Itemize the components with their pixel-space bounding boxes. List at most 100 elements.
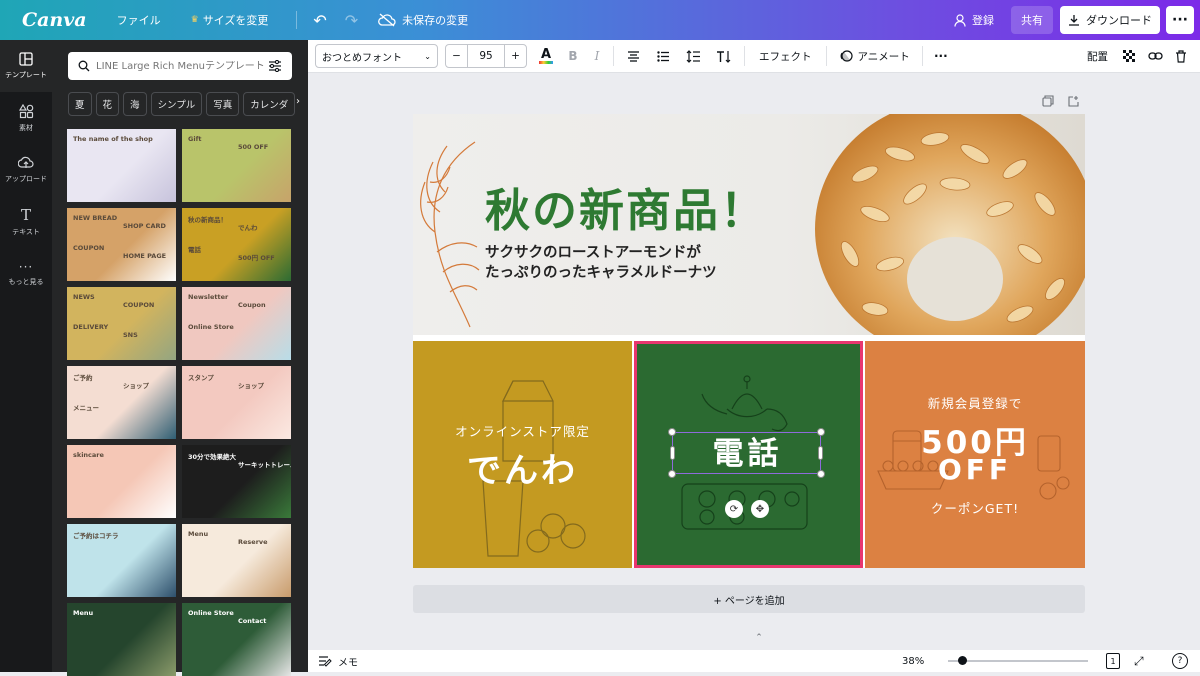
template-thumbnail[interactable]: Newsletter Coupon Online Store [182, 287, 291, 360]
template-thumbnail[interactable]: NEWS COUPON DELIVERY SNS [67, 287, 176, 360]
align-button[interactable] [618, 44, 648, 68]
banner-title[interactable]: 秋の新商品！ [485, 174, 767, 239]
coupon-off[interactable]: OFF [865, 453, 1085, 486]
add-page-button[interactable]: + ページを追加 [413, 585, 1085, 613]
chip-photo[interactable]: 写真 [206, 92, 240, 116]
template-thumbnail[interactable]: skincare [67, 445, 176, 518]
template-thumbnail[interactable]: ご予約 ショップ メニュー [67, 366, 176, 439]
page-count-button[interactable]: 1 [1106, 653, 1120, 669]
thumbnail-text: Menu [73, 609, 94, 617]
cell-coupon[interactable]: 新規会員登録で 500円 OFF クーポンGET! [865, 341, 1085, 568]
template-thumbnail[interactable]: Gift 500 OFF [182, 129, 291, 202]
resize-handle-left[interactable] [670, 446, 675, 460]
chip-sea[interactable]: 海 [123, 92, 147, 116]
nav-item-elements[interactable]: 素材 [0, 92, 52, 144]
coupon-get[interactable]: クーポンGET! [865, 498, 1085, 517]
cell-online-store[interactable]: オンラインストア限定 でんわ [413, 341, 632, 568]
nav-item-templates[interactable]: テンプレート [0, 40, 52, 92]
font-size-increase-button[interactable]: + [504, 45, 526, 67]
cloud-icon [378, 13, 396, 27]
bold-button[interactable]: B [561, 44, 585, 68]
page-notes-toggle[interactable]: ⌃ [744, 633, 774, 643]
font-size-input[interactable]: 95 [468, 50, 504, 62]
nav-label: 素材 [19, 123, 33, 132]
resize-handle-tl[interactable] [668, 428, 676, 436]
resize-handle-right[interactable] [818, 446, 823, 460]
duplicate-page-icon[interactable] [1042, 95, 1054, 107]
notes-button[interactable]: メモ [318, 654, 358, 669]
rotate-handle[interactable]: ⟳ [725, 500, 743, 518]
save-status[interactable]: 未保存の変更 [378, 12, 468, 28]
zoom-level[interactable]: 38% [902, 656, 924, 667]
download-button[interactable]: ダウンロード [1060, 6, 1160, 34]
template-thumbnail[interactable]: NEW BREAD SHOP CARD COUPON HOME PAGE [67, 208, 176, 281]
template-thumbnail[interactable]: Online Store Contact [182, 603, 291, 676]
page-count: 1 [1110, 656, 1116, 666]
chip-flower[interactable]: 花 [95, 92, 120, 116]
italic-button[interactable]: I [585, 44, 609, 68]
design-page[interactable]: 秋の新商品！ サクサクのローストアーモンドが たっぷりのったキャラメルドーナツ [413, 114, 1085, 568]
text-color-button[interactable]: A [531, 44, 561, 68]
cell-phone[interactable]: 電話 ⟳ ✥ [634, 341, 863, 568]
transparency-button[interactable] [1116, 44, 1142, 68]
file-menu[interactable]: ファイル [117, 12, 161, 28]
template-thumbnail[interactable]: 30分で効果絶大サーキットトレーニング [182, 445, 291, 518]
online-store-caption[interactable]: オンラインストア限定 [413, 421, 632, 440]
zoom-slider[interactable] [948, 656, 1088, 665]
undo-icon[interactable]: ↶ [313, 11, 326, 30]
online-store-title[interactable]: でんわ [413, 443, 632, 492]
zoom-slider-thumb[interactable] [958, 656, 967, 665]
redo-icon[interactable]: ↷ [345, 11, 358, 30]
template-thumbnail[interactable]: ご予約はコチラ [67, 524, 176, 597]
effects-button[interactable]: エフェクト [751, 44, 820, 68]
chip-summer[interactable]: 夏 [68, 92, 92, 116]
font-select[interactable]: おつとめフォント ⌄ [315, 44, 438, 68]
thumbnail-text: Coupon [238, 301, 266, 309]
link-button[interactable] [1142, 44, 1168, 68]
coupon-caption[interactable]: 新規会員登録で [865, 393, 1085, 412]
template-search[interactable] [68, 52, 292, 80]
move-handle[interactable]: ✥ [751, 500, 769, 518]
resize-handle-bl[interactable] [668, 470, 676, 478]
template-thumbnail[interactable]: スタンプ ショップ [182, 366, 291, 439]
font-size-decrease-button[interactable]: − [446, 45, 468, 67]
template-thumbnail[interactable]: Menu Reserve [182, 524, 291, 597]
template-thumbnail[interactable]: Menu [67, 603, 176, 676]
animate-button[interactable]: アニメート [833, 44, 916, 68]
more-icon: ··· [18, 260, 34, 274]
nav-item-more[interactable]: ··· もっと見る [0, 248, 52, 300]
chip-simple[interactable]: シンプル [150, 92, 203, 116]
elements-icon [18, 103, 33, 118]
phone-title[interactable]: 電話 [673, 433, 822, 475]
fullscreen-icon[interactable]: ⤢ [1134, 654, 1144, 669]
chip-calendar[interactable]: カレンダ [243, 92, 296, 116]
chips-scroll-arrow[interactable]: › [296, 96, 300, 107]
banner-subtitle-1[interactable]: サクサクのローストアーモンドが [485, 241, 701, 262]
banner-area[interactable]: 秋の新商品！ サクサクのローストアーモンドが たっぷりのったキャラメルドーナツ [413, 114, 1085, 335]
delete-button[interactable] [1168, 44, 1194, 68]
filter-icon[interactable] [268, 60, 282, 72]
banner-subtitle-2[interactable]: たっぷりのったキャラメルドーナツ [485, 261, 717, 282]
template-search-input[interactable] [96, 60, 264, 72]
more-options-button[interactable]: ··· [1166, 6, 1194, 34]
canva-logo[interactable]: Canva [22, 9, 87, 31]
resize-handle-br[interactable] [817, 470, 825, 478]
template-thumbnail[interactable]: The name of the shop [67, 129, 176, 202]
nav-item-uploads[interactable]: アップロード [0, 144, 52, 196]
vertical-text-button[interactable] [708, 44, 738, 68]
position-button[interactable]: 配置 [1079, 44, 1116, 68]
more-tools-button[interactable]: ··· [929, 44, 953, 68]
template-thumbnail[interactable]: 秋の新商品！ でんわ 電話 500円 OFF [182, 208, 291, 281]
resize-handle-tr[interactable] [817, 428, 825, 436]
resize-button[interactable]: ♛ サイズを変更 [191, 12, 269, 28]
add-page-icon[interactable] [1068, 95, 1080, 107]
list-button[interactable] [648, 44, 678, 68]
nav-item-text[interactable]: T テキスト [0, 196, 52, 248]
nav-label: もっと見る [8, 278, 44, 286]
share-button[interactable]: 共有 [1011, 6, 1053, 34]
spacing-button[interactable] [678, 44, 708, 68]
signup-button[interactable]: 登録 [948, 6, 1000, 34]
selected-textbox[interactable]: 電話 [668, 428, 825, 478]
help-button[interactable]: ? [1172, 653, 1188, 669]
thumbnail-text: ご予約 [73, 374, 93, 382]
